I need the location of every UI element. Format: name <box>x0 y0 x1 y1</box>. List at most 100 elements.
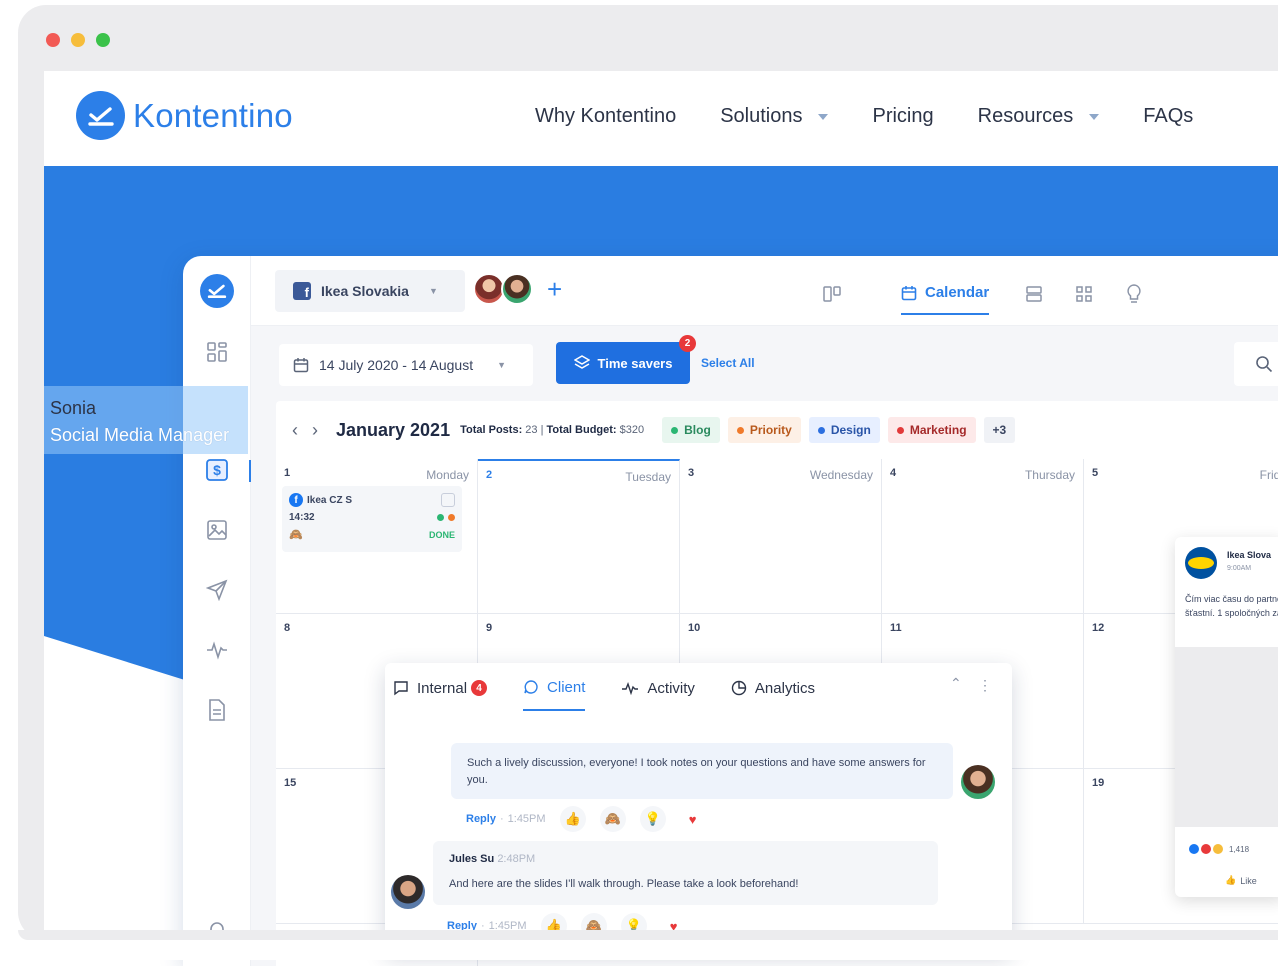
tag-priority[interactable]: Priority <box>727 417 801 443</box>
day-name: Friday <box>1259 468 1278 482</box>
budget-icon[interactable]: $ <box>205 458 229 482</box>
profile-name: Sonia <box>50 398 97 418</box>
post-time-row: 14:32 <box>289 512 455 523</box>
maximize-dot[interactable] <box>96 33 110 47</box>
comments-panel: Internal 4 Client Activity Analytics ⌃ ⋮… <box>385 663 1012 953</box>
dashboard-icon[interactable] <box>205 340 229 364</box>
ikea-logo-icon <box>1185 547 1217 579</box>
like-button[interactable]: 👍 Like <box>1225 875 1257 886</box>
tag-marketing[interactable]: Marketing <box>887 417 976 443</box>
tab-internal[interactable]: Internal 4 <box>393 665 488 711</box>
day-cell[interactable]: 3 Wednesday <box>680 459 882 614</box>
avatar <box>961 765 995 799</box>
more-options-icon[interactable]: ⋮ <box>978 677 992 694</box>
total-budget-value: $320 <box>619 424 645 436</box>
tab-label: Internal <box>417 679 468 697</box>
tag-design[interactable]: Design <box>808 417 880 443</box>
day-number: 11 <box>890 622 902 634</box>
post-card[interactable]: f Ikea CZ S 14:32 🙈 DONE <box>282 486 462 552</box>
post-preview-card[interactable]: Ikea Slova 9:00AM Čím viac času do partn… <box>1175 537 1278 897</box>
tag-more[interactable]: +3 <box>983 417 1016 443</box>
board-view-icon[interactable] <box>821 283 843 305</box>
heart-reaction-icon[interactable]: ♥ <box>680 806 706 832</box>
tag-blog[interactable]: Blog <box>662 417 720 443</box>
day-number: 4 <box>890 467 897 479</box>
media-library-icon[interactable] <box>205 518 229 542</box>
calendar-header: ‹ › January 2021 Total Posts: 23 | Total… <box>276 401 1278 459</box>
message-bubble: Such a lively discussion, everyone! I to… <box>451 743 953 799</box>
avatar[interactable] <box>501 273 533 305</box>
reaction-count: 1,418 <box>1229 844 1250 854</box>
nav-label: FAQs <box>1143 105 1194 127</box>
list-view-icon[interactable] <box>1023 283 1045 305</box>
monkey-reaction-icon[interactable]: 🙈 <box>599 806 626 832</box>
time-savers-button[interactable]: Time savers 2 <box>556 335 696 384</box>
app-logo-icon[interactable] <box>200 274 234 308</box>
chat-bubble-icon <box>524 680 538 694</box>
message-bubble: Jules Su 2:48PM And here are the slides … <box>433 841 938 905</box>
nav-resources[interactable]: Resources <box>978 105 1100 128</box>
search-button[interactable] <box>1234 342 1278 386</box>
close-dot[interactable] <box>46 33 60 47</box>
total-posts-value: 23 <box>525 424 538 436</box>
profile-chip: Sonia Social Media Manager <box>44 386 248 454</box>
tab-client[interactable]: Client <box>523 665 586 711</box>
ikea-logo-inner <box>1188 557 1214 569</box>
chevron-left-icon[interactable]: ‹ <box>292 420 298 441</box>
post-tag-dots <box>437 514 455 521</box>
tab-activity[interactable]: Activity <box>621 665 695 711</box>
day-cell[interactable]: 4 Thursday <box>882 459 1084 614</box>
nav-faqs[interactable]: FAQs <box>1143 105 1193 128</box>
day-number: 19 <box>1092 777 1105 789</box>
preview-page-name: Ikea Slova <box>1227 550 1272 560</box>
calendar-totals: Total Posts: 23 | Total Budget: $320 <box>460 424 645 436</box>
date-range-picker[interactable]: 14 July 2020 - 14 August ▼ <box>279 344 533 386</box>
nav-pricing[interactable]: Pricing <box>872 105 933 128</box>
post-status: DONE <box>428 529 455 540</box>
chevron-right-icon[interactable]: › <box>312 420 318 441</box>
day-name: Monday <box>426 468 469 482</box>
tab-label: Activity <box>647 679 695 697</box>
tag-dot <box>437 514 444 521</box>
day-cell[interactable]: 2 Tuesday <box>478 459 680 614</box>
post-header: f Ikea CZ S <box>289 493 455 507</box>
grid-view-icon[interactable] <box>1073 283 1095 305</box>
tag-label: Marketing <box>909 423 967 437</box>
comments-tabs: Internal 4 Client Activity Analytics ⌃ ⋮ <box>385 663 1012 713</box>
lightbulb-reaction-icon[interactable]: 💡 <box>639 806 666 832</box>
brand-logo[interactable]: Kontentino <box>76 91 293 140</box>
nav-why-kontentino[interactable]: Why Kontentino <box>535 105 676 128</box>
facebook-icon: f <box>289 493 303 507</box>
svg-text:$: $ <box>213 462 221 478</box>
add-member-icon[interactable]: + <box>547 274 562 305</box>
thumbs-up-reaction-icon[interactable]: 👍 <box>559 806 586 832</box>
haha-reaction-icon <box>1213 844 1223 854</box>
post-page-name: Ikea CZ S <box>307 494 353 506</box>
day-cell[interactable]: 1 Monday f Ikea CZ S 14:32 � <box>276 459 478 614</box>
document-icon[interactable] <box>205 698 229 722</box>
tab-analytics[interactable]: Analytics <box>731 665 815 711</box>
total-budget-label: Total Budget: <box>546 424 617 436</box>
day-number: 10 <box>688 622 701 634</box>
nav-label: Solutions <box>720 105 803 127</box>
browser-bottom-edge <box>18 930 1278 940</box>
analytics-pulse-icon[interactable] <box>205 638 229 662</box>
nav-label: Resources <box>977 105 1074 127</box>
collapse-chevron-up-icon[interactable]: ⌃ <box>950 675 962 692</box>
tag-label: Priority <box>749 423 792 437</box>
brand-name: Kontentino <box>133 96 293 134</box>
post-checkbox[interactable] <box>441 493 455 507</box>
day-number: 12 <box>1092 622 1105 634</box>
calendar-icon <box>901 285 917 300</box>
send-icon[interactable] <box>205 578 229 602</box>
tab-calendar[interactable]: Calendar <box>901 284 990 315</box>
day-number: 3 <box>688 467 695 479</box>
minimize-dot[interactable] <box>71 33 85 47</box>
caret-down-icon: ▼ <box>497 360 507 370</box>
day-number: 8 <box>284 622 291 634</box>
reply-link[interactable]: Reply <box>466 813 496 825</box>
select-all-link[interactable]: Select All <box>701 356 755 370</box>
nav-solutions[interactable]: Solutions <box>720 105 829 128</box>
account-select[interactable]: f Ikea Slovakia ▼ <box>275 270 465 312</box>
ideas-lightbulb-icon[interactable] <box>1123 283 1145 305</box>
